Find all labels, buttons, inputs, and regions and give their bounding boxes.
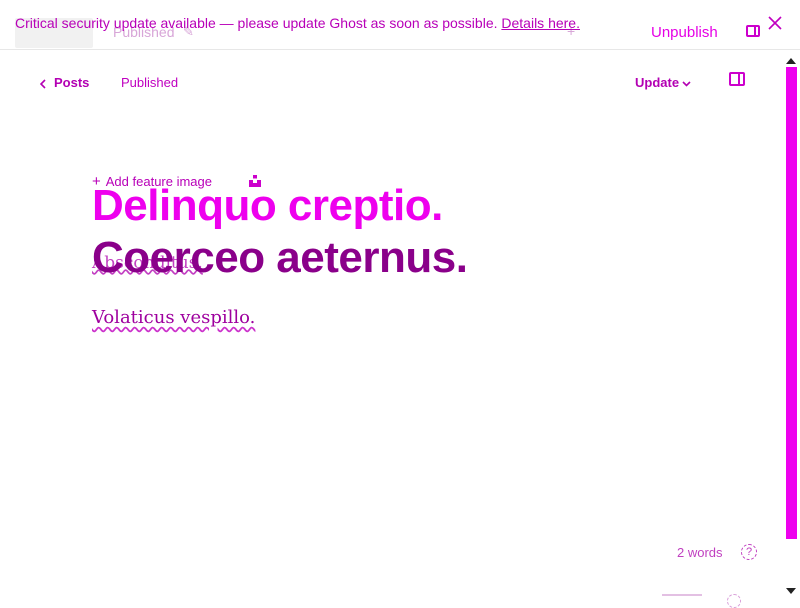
ghost-footer-line <box>662 594 702 596</box>
close-icon[interactable] <box>764 12 786 34</box>
word-count: 2 words <box>677 545 723 560</box>
banner-details-link[interactable]: Details here. <box>501 15 580 31</box>
post-body-text: Volaticus vespillo. <box>92 307 256 328</box>
update-label: Update <box>635 75 680 90</box>
post-status: Published <box>121 75 179 90</box>
scroll-up-arrow-icon[interactable] <box>786 58 796 64</box>
post-title-line-2[interactable]: Coerceo aeternus. <box>92 232 468 284</box>
banner-message: Critical security update available — ple… <box>15 15 498 31</box>
post-body[interactable]: Volaticus vespillo. <box>92 307 255 328</box>
help-circle-icon[interactable]: ? <box>741 544 757 560</box>
post-title-line-1[interactable]: Delinquo creptio. <box>92 180 443 232</box>
scrollbar-thumb[interactable] <box>786 67 797 539</box>
ghost-panel-icon <box>746 25 760 37</box>
sidebar-toggle-icon[interactable] <box>729 72 745 86</box>
ghost-help-icon <box>727 594 741 608</box>
unpublish-button[interactable]: Unpublish <box>651 24 718 41</box>
back-to-posts-button[interactable]: Posts <box>39 75 90 90</box>
update-button[interactable]: Update <box>635 75 691 90</box>
scroll-down-arrow-icon[interactable] <box>786 588 796 594</box>
header-divider <box>0 49 800 50</box>
security-banner: Critical security update available — ple… <box>15 15 580 31</box>
chevron-down-icon <box>682 80 691 87</box>
back-label: Posts <box>54 75 90 90</box>
chevron-left-icon <box>39 78 46 89</box>
